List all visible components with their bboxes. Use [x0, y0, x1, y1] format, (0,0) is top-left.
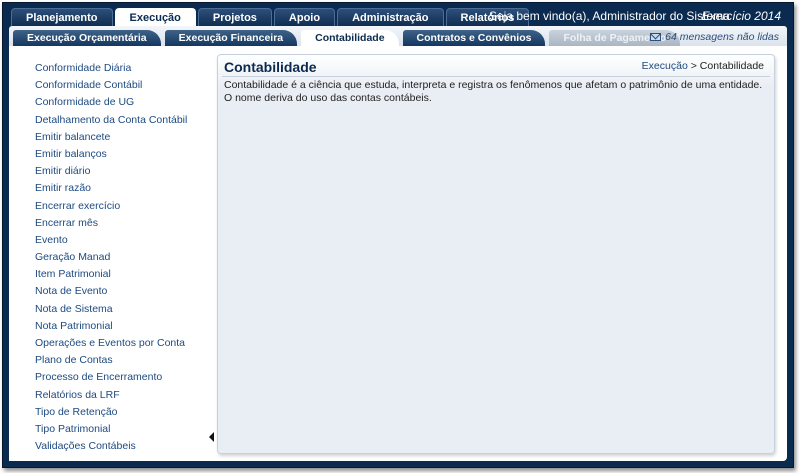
breadcrumb: Execução > Contabilidade: [642, 60, 764, 72]
sidebar-item-geracao-manad[interactable]: Geração Manad: [9, 249, 214, 266]
sidebar-item-operacoes-eventos[interactable]: Operações e Eventos por Conta: [9, 335, 214, 352]
sidebar-item-conformidade-contabil[interactable]: Conformidade Contábil: [9, 77, 214, 94]
sidebar-item-encerrar-mes[interactable]: Encerrar mês: [9, 215, 214, 232]
app-window: Planejamento Execução Projetos Apoio Adm…: [2, 2, 794, 468]
exercicio-label: Exercício 2014: [701, 9, 781, 23]
sidebar-item-relatorios-lrf[interactable]: Relatórios da LRF: [9, 387, 214, 404]
sidebar-item-emitir-balancete[interactable]: Emitir balancete: [9, 129, 214, 146]
breadcrumb-current: Contabilidade: [699, 60, 764, 72]
sidebar-item-nota-patrimonial[interactable]: Nota Patrimonial: [9, 318, 214, 335]
subtab-execucao-financeira[interactable]: Execução Financeira: [164, 30, 298, 46]
sidebar: Conformidade Diária Conformidade Contábi…: [9, 46, 214, 461]
sidebar-item-emitir-diario[interactable]: Emitir diário: [9, 163, 214, 180]
subtab-contabilidade[interactable]: Contabilidade: [301, 30, 399, 46]
title-divider: [222, 76, 770, 77]
top-nav: Planejamento Execução Projetos Apoio Adm…: [11, 8, 530, 26]
tab-planejamento[interactable]: Planejamento: [11, 8, 113, 26]
breadcrumb-link-execucao[interactable]: Execução: [642, 60, 688, 72]
tab-execucao[interactable]: Execução: [114, 8, 196, 26]
sidebar-item-nota-sistema[interactable]: Nota de Sistema: [9, 301, 214, 318]
welcome-text: Seja bem vindo(a), Administrador do Sist…: [489, 9, 730, 23]
tab-apoio[interactable]: Apoio: [273, 8, 336, 26]
sidebar-item-tipo-retencao[interactable]: Tipo de Retenção: [9, 404, 214, 421]
sidebar-item-validacoes-contabeis[interactable]: Validações Contábeis: [9, 438, 214, 455]
sidebar-item-encerrar-exercicio[interactable]: Encerrar exercício: [9, 198, 214, 215]
messages-link[interactable]: 64 mensagens não lidas: [650, 31, 779, 43]
sidebar-item-item-patrimonial[interactable]: Item Patrimonial: [9, 266, 214, 283]
sidebar-item-processo-encerramento[interactable]: Processo de Encerramento: [9, 369, 214, 386]
tab-administracao[interactable]: Administração: [337, 8, 444, 26]
sidebar-item-tipo-patrimonial[interactable]: Tipo Patrimonial: [9, 421, 214, 438]
page-description: Contabilidade é a ciência que estuda, in…: [224, 79, 763, 104]
page-title: Contabilidade: [224, 59, 317, 75]
tab-projetos[interactable]: Projetos: [197, 8, 272, 26]
sidebar-item-emitir-balancos[interactable]: Emitir balanços: [9, 146, 214, 163]
messages-count: 64 mensagens não lidas: [665, 31, 779, 43]
sub-nav: Execução Orçamentária Execução Financeir…: [13, 30, 681, 46]
breadcrumb-separator: >: [690, 60, 697, 72]
sidebar-item-emitir-razao[interactable]: Emitir razão: [9, 180, 214, 197]
envelope-icon: [650, 33, 662, 41]
sidebar-item-conformidade-diaria[interactable]: Conformidade Diária: [9, 60, 214, 77]
content-area: Conformidade Diária Conformidade Contábi…: [9, 46, 787, 461]
sidebar-item-nota-evento[interactable]: Nota de Evento: [9, 283, 214, 300]
subtab-execucao-orcamentaria[interactable]: Execução Orçamentária: [13, 30, 161, 46]
collapse-left-arrow-icon[interactable]: [209, 432, 214, 442]
main-panel: Contabilidade Execução > Contabilidade C…: [217, 54, 775, 454]
sidebar-item-evento[interactable]: Evento: [9, 232, 214, 249]
sidebar-item-plano-contas[interactable]: Plano de Contas: [9, 352, 214, 369]
sidebar-item-conformidade-ug[interactable]: Conformidade de UG: [9, 94, 214, 111]
subtab-contratos-convenios[interactable]: Contratos e Convênios: [402, 30, 546, 46]
sidebar-item-detalhamento-conta[interactable]: Detalhamento da Conta Contábil: [9, 112, 214, 129]
